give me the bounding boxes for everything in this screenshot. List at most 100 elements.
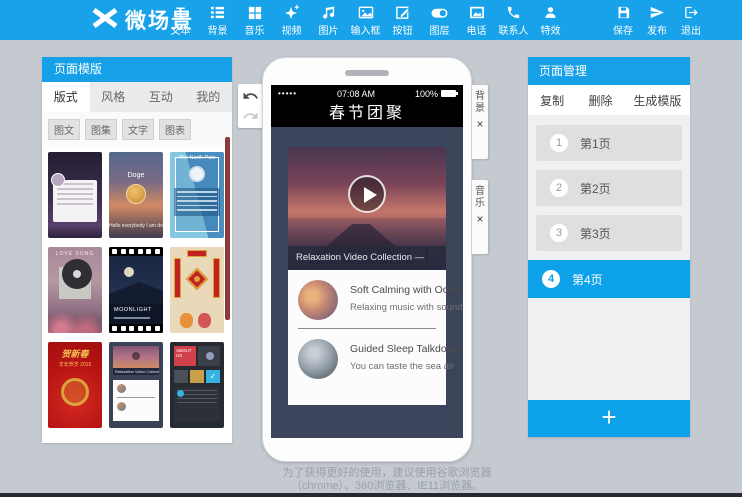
- video-caption: Relaxation Video Collection —: [288, 246, 446, 270]
- template-thumbnail-night-card[interactable]: [48, 152, 102, 238]
- copy-page-button[interactable]: 复制: [528, 92, 576, 109]
- toolbar-item-contacts[interactable]: 联系人: [495, 3, 532, 37]
- video-element[interactable]: Relaxation Video Collection —: [288, 147, 446, 270]
- browser-hint: 为了获得更好的使用，建议使用谷歌浏览器 （chrome）、360浏览器、IE11…: [222, 467, 552, 493]
- bottom-edge: [0, 493, 742, 497]
- toolbar-item-video[interactable]: 视频: [273, 3, 310, 37]
- save-icon: [616, 3, 631, 20]
- page-number-badge: 3: [550, 224, 568, 242]
- filter-gallery[interactable]: 图集: [85, 119, 117, 140]
- page-list: 1 第1页 2 第2页 3 第3页 4 第4页: [528, 115, 690, 400]
- toolbar-item-layer[interactable]: 图层: [421, 3, 458, 37]
- template-thumbnail-he-xin-chun[interactable]: 贺新春 羊年贺岁 2015: [48, 342, 102, 428]
- page-manager-panel: 页面管理 复制 删除 生成模版 1 第1页 2 第2页 3 第3页 4 第4页: [528, 57, 690, 437]
- template-thumbnail-spring-festival[interactable]: [170, 247, 224, 333]
- close-icon[interactable]: ×: [472, 118, 488, 130]
- template-card: [53, 180, 97, 222]
- app-root: 微场景 T 文本 背景 音乐 视频 图片: [0, 0, 742, 497]
- undo-button[interactable]: [242, 89, 259, 103]
- play-button[interactable]: [348, 175, 386, 213]
- page-number-badge: 4: [542, 270, 560, 288]
- page-item-1[interactable]: 1 第1页: [536, 125, 682, 161]
- grid-icon: [248, 3, 262, 20]
- tab-style[interactable]: 风格: [90, 82, 138, 112]
- avatar: [126, 184, 146, 204]
- battery-percent: 100%: [415, 89, 438, 99]
- playlist-item[interactable]: Guided Sleep Talkdown You can taste the …: [288, 329, 446, 379]
- tab-mine[interactable]: 我的: [185, 82, 233, 112]
- toolbar-item-image[interactable]: 图片: [310, 3, 347, 37]
- page-number-badge: 2: [550, 179, 568, 197]
- template-scrollbar[interactable]: [225, 137, 230, 320]
- page-title[interactable]: 春节团聚: [271, 102, 463, 127]
- paper-plane-icon: [649, 3, 665, 20]
- phone-handset-icon: [506, 3, 521, 20]
- logo-x-icon: [92, 8, 118, 33]
- page-manager-actions: 复制 删除 生成模版: [528, 85, 690, 115]
- page-number-badge: 1: [550, 134, 568, 152]
- toolbar-item-effects[interactable]: 特效: [532, 3, 569, 37]
- toggle-icon: [431, 3, 448, 20]
- phone-status-bar: ••••• 07:08 AM 100%: [271, 85, 463, 102]
- film-strip: [109, 247, 163, 256]
- tab-interactive[interactable]: 互动: [137, 82, 185, 112]
- filter-image-text[interactable]: 图文: [48, 119, 80, 140]
- film-strip: [109, 324, 163, 333]
- avatar: [51, 173, 65, 187]
- page-item-3[interactable]: 3 第3页: [536, 215, 682, 251]
- template-thumbnail-about-us[interactable]: ABOUT US ✓: [170, 342, 224, 428]
- play-icon: [132, 352, 140, 360]
- phone-preview: ••••• 07:08 AM 100% 春节团聚 Rela: [262, 57, 472, 462]
- toolbar-item-button[interactable]: 按钮: [384, 3, 421, 37]
- image-frame-icon: [358, 3, 374, 20]
- top-toolbar: 微场景 T 文本 背景 音乐 视频 图片: [0, 0, 742, 40]
- layer-tab-background[interactable]: 背景 ×: [472, 85, 488, 159]
- template-thumbnail-north-pole[interactable]: The North Pole: [170, 152, 224, 238]
- battery-indicator: 100%: [415, 89, 456, 99]
- browser-hint-line1: 为了获得更好的使用，建议使用谷歌浏览器: [222, 467, 552, 480]
- toolbar-item-background[interactable]: 背景: [199, 3, 236, 37]
- person-icon: [543, 3, 558, 20]
- template-thumbnail-love-song[interactable]: LOVE SONG: [48, 247, 102, 333]
- page-manager-title: 页面管理: [528, 57, 690, 85]
- battery-icon: [441, 90, 456, 97]
- playlist-thumb-rocks: [298, 339, 338, 379]
- playlist-item[interactable]: Soft Calming with Ocean Relaxing music w…: [288, 270, 446, 320]
- history-controls: [238, 84, 263, 128]
- template-thumbnail-video-collection[interactable]: Relaxation Video Collection: [109, 342, 163, 428]
- save-button[interactable]: 保存: [606, 3, 640, 37]
- toolbar-item-music[interactable]: 音乐: [236, 3, 273, 37]
- playlist-card: Soft Calming with Ocean Relaxing music w…: [288, 270, 446, 405]
- moon: [124, 267, 134, 277]
- tab-layout[interactable]: 版式: [42, 82, 90, 112]
- page-item-4-active[interactable]: 4 第4页: [528, 260, 690, 298]
- template-tabs: 版式 风格 互动 我的: [42, 82, 232, 112]
- layer-tab-music[interactable]: 音乐 ×: [472, 180, 488, 254]
- phone-screen: ••••• 07:08 AM 100% 春节团聚 Rela: [271, 85, 463, 438]
- delete-page-button[interactable]: 删除: [576, 92, 624, 109]
- publish-button[interactable]: 发布: [640, 3, 674, 37]
- toolbar-item-text[interactable]: T 文本: [162, 3, 199, 37]
- avatar: [189, 166, 205, 182]
- filter-chart[interactable]: 图表: [159, 119, 191, 140]
- list-icon: [210, 3, 225, 20]
- toolbar-item-input-box[interactable]: 输入框: [347, 3, 384, 37]
- exit-button[interactable]: 退出: [674, 3, 708, 37]
- toolbar-item-phone-call[interactable]: 电话: [458, 3, 495, 37]
- music-note-icon: [321, 3, 336, 20]
- template-panel: 页面模版 版式 风格 互动 我的 图文 图集 文字 图表 Doge Hello: [42, 57, 232, 443]
- browser-hint-line2: （chrome）、360浏览器、IE11浏览器。: [222, 480, 552, 493]
- filter-text[interactable]: 文字: [122, 119, 154, 140]
- close-icon[interactable]: ×: [472, 213, 488, 225]
- edit-icon: [395, 3, 410, 20]
- phone-icon: [206, 352, 214, 360]
- template-grid: Doge Hello everybody I am doge The North…: [42, 145, 232, 428]
- redo-button[interactable]: [242, 109, 259, 123]
- phone-speaker: [345, 70, 389, 76]
- toolbar-right-group: 保存 发布 退出: [606, 3, 708, 37]
- template-thumbnail-moonlight[interactable]: MOONLIGHT: [109, 247, 163, 333]
- add-page-button[interactable]: +: [528, 400, 690, 437]
- page-item-2[interactable]: 2 第2页: [536, 170, 682, 206]
- generate-template-button[interactable]: 生成模版: [625, 92, 690, 109]
- template-thumbnail-doge[interactable]: Doge Hello everybody I am doge: [109, 152, 163, 238]
